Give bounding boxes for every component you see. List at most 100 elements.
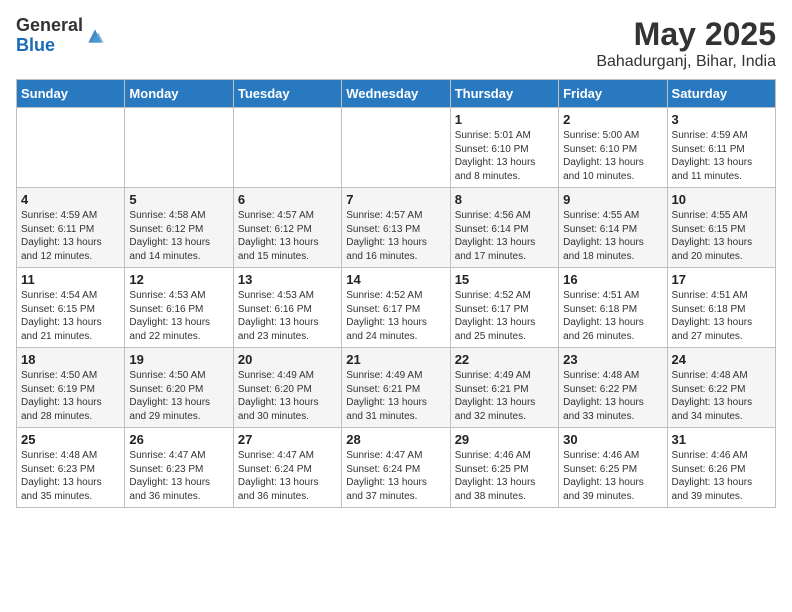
day-info: Sunrise: 4:46 AM Sunset: 6:25 PM Dayligh…	[455, 449, 554, 503]
calendar-cell: 7 Sunrise: 4:57 AM Sunset: 6:13 PM Daylig…	[342, 188, 450, 268]
calendar-cell: 16 Sunrise: 4:51 AM Sunset: 6:18 PM Dayli…	[559, 268, 667, 348]
weekday-header: Monday	[125, 80, 233, 108]
day-number: 30	[563, 432, 662, 447]
day-number: 3	[672, 112, 771, 127]
day-info: Sunrise: 4:53 AM Sunset: 6:16 PM Dayligh…	[238, 289, 337, 343]
calendar-cell: 11 Sunrise: 4:54 AM Sunset: 6:15 PM Dayli…	[17, 268, 125, 348]
calendar-cell: 19 Sunrise: 4:50 AM Sunset: 6:20 PM Dayli…	[125, 348, 233, 428]
day-number: 23	[563, 352, 662, 367]
day-number: 4	[21, 192, 120, 207]
calendar-cell: 5 Sunrise: 4:58 AM Sunset: 6:12 PM Daylig…	[125, 188, 233, 268]
weekday-header: Friday	[559, 80, 667, 108]
day-number: 15	[455, 272, 554, 287]
calendar-cell: 28 Sunrise: 4:47 AM Sunset: 6:24 PM Dayli…	[342, 428, 450, 508]
day-number: 21	[346, 352, 445, 367]
day-info: Sunrise: 4:51 AM Sunset: 6:18 PM Dayligh…	[563, 289, 662, 343]
day-info: Sunrise: 5:01 AM Sunset: 6:10 PM Dayligh…	[455, 129, 554, 183]
calendar-cell: 3Sunrise: 4:59 AM Sunset: 6:11 PM Daylig…	[667, 108, 775, 188]
calendar-cell: 26Sunrise: 4:47 AM Sunset: 6:23 PM Dayli…	[125, 428, 233, 508]
calendar-cell: 1 Sunrise: 5:01 AM Sunset: 6:10 PM Daylig…	[450, 108, 558, 188]
day-number: 16	[563, 272, 662, 287]
calendar-cell	[17, 108, 125, 188]
day-info: Sunrise: 4:59 AM Sunset: 6:11 PM Dayligh…	[21, 209, 120, 263]
day-info: Sunrise: 5:00 AM Sunset: 6:10 PM Dayligh…	[563, 129, 662, 183]
day-info: Sunrise: 4:50 AM Sunset: 6:20 PM Dayligh…	[129, 369, 228, 423]
day-info: Sunrise: 4:53 AM Sunset: 6:16 PM Dayligh…	[129, 289, 228, 343]
day-number: 11	[21, 272, 120, 287]
day-info: Sunrise: 4:48 AM Sunset: 6:22 PM Dayligh…	[672, 369, 771, 423]
calendar-cell: 18Sunrise: 4:50 AM Sunset: 6:19 PM Dayli…	[17, 348, 125, 428]
day-number: 17	[672, 272, 771, 287]
day-number: 8	[455, 192, 554, 207]
calendar-week-row: 25Sunrise: 4:48 AM Sunset: 6:23 PM Dayli…	[17, 428, 776, 508]
day-info: Sunrise: 4:46 AM Sunset: 6:25 PM Dayligh…	[563, 449, 662, 503]
day-number: 28	[346, 432, 445, 447]
day-number: 12	[129, 272, 228, 287]
calendar-cell: 8 Sunrise: 4:56 AM Sunset: 6:14 PM Daylig…	[450, 188, 558, 268]
day-info: Sunrise: 4:55 AM Sunset: 6:14 PM Dayligh…	[563, 209, 662, 263]
calendar-cell: 31 Sunrise: 4:46 AM Sunset: 6:26 PM Dayli…	[667, 428, 775, 508]
day-number: 29	[455, 432, 554, 447]
day-number: 13	[238, 272, 337, 287]
logo-general: General	[16, 16, 83, 36]
calendar-cell: 17Sunrise: 4:51 AM Sunset: 6:18 PM Dayli…	[667, 268, 775, 348]
weekday-header: Sunday	[17, 80, 125, 108]
calendar-week-row: 4 Sunrise: 4:59 AM Sunset: 6:11 PM Daylig…	[17, 188, 776, 268]
day-number: 18	[21, 352, 120, 367]
calendar-cell	[125, 108, 233, 188]
day-number: 14	[346, 272, 445, 287]
calendar-cell: 25Sunrise: 4:48 AM Sunset: 6:23 PM Dayli…	[17, 428, 125, 508]
logo-blue: Blue	[16, 36, 83, 56]
day-number: 26	[129, 432, 228, 447]
day-number: 25	[21, 432, 120, 447]
calendar-cell: 2 Sunrise: 5:00 AM Sunset: 6:10 PM Daylig…	[559, 108, 667, 188]
day-number: 7	[346, 192, 445, 207]
calendar-cell: 6Sunrise: 4:57 AM Sunset: 6:12 PM Daylig…	[233, 188, 341, 268]
month-title: May 2025	[596, 16, 776, 53]
day-number: 6	[238, 192, 337, 207]
calendar-cell: 29 Sunrise: 4:46 AM Sunset: 6:25 PM Dayli…	[450, 428, 558, 508]
day-number: 31	[672, 432, 771, 447]
day-number: 22	[455, 352, 554, 367]
calendar-table: SundayMondayTuesdayWednesdayThursdayFrid…	[16, 79, 776, 508]
day-info: Sunrise: 4:49 AM Sunset: 6:20 PM Dayligh…	[238, 369, 337, 423]
day-info: Sunrise: 4:55 AM Sunset: 6:15 PM Dayligh…	[672, 209, 771, 263]
day-info: Sunrise: 4:48 AM Sunset: 6:22 PM Dayligh…	[563, 369, 662, 423]
title-area: May 2025 Bahadurganj, Bihar, India	[596, 16, 776, 71]
calendar-cell: 24Sunrise: 4:48 AM Sunset: 6:22 PM Dayli…	[667, 348, 775, 428]
weekday-header-row: SundayMondayTuesdayWednesdayThursdayFrid…	[17, 80, 776, 108]
calendar-cell: 15 Sunrise: 4:52 AM Sunset: 6:17 PM Dayli…	[450, 268, 558, 348]
day-info: Sunrise: 4:49 AM Sunset: 6:21 PM Dayligh…	[455, 369, 554, 423]
calendar-cell: 13 Sunrise: 4:53 AM Sunset: 6:16 PM Dayli…	[233, 268, 341, 348]
weekday-header: Tuesday	[233, 80, 341, 108]
calendar-cell: 14 Sunrise: 4:52 AM Sunset: 6:17 PM Dayli…	[342, 268, 450, 348]
logo: General Blue	[16, 16, 105, 56]
weekday-header: Thursday	[450, 80, 558, 108]
calendar-week-row: 11 Sunrise: 4:54 AM Sunset: 6:15 PM Dayli…	[17, 268, 776, 348]
logo-icon	[85, 26, 105, 46]
calendar-cell: 30 Sunrise: 4:46 AM Sunset: 6:25 PM Dayli…	[559, 428, 667, 508]
day-number: 20	[238, 352, 337, 367]
weekday-header: Wednesday	[342, 80, 450, 108]
day-info: Sunrise: 4:52 AM Sunset: 6:17 PM Dayligh…	[346, 289, 445, 343]
day-info: Sunrise: 4:57 AM Sunset: 6:13 PM Dayligh…	[346, 209, 445, 263]
day-info: Sunrise: 4:47 AM Sunset: 6:24 PM Dayligh…	[346, 449, 445, 503]
day-number: 5	[129, 192, 228, 207]
calendar-week-row: 1 Sunrise: 5:01 AM Sunset: 6:10 PM Daylig…	[17, 108, 776, 188]
day-info: Sunrise: 4:46 AM Sunset: 6:26 PM Dayligh…	[672, 449, 771, 503]
calendar-cell: 10Sunrise: 4:55 AM Sunset: 6:15 PM Dayli…	[667, 188, 775, 268]
day-number: 1	[455, 112, 554, 127]
day-info: Sunrise: 4:56 AM Sunset: 6:14 PM Dayligh…	[455, 209, 554, 263]
day-number: 19	[129, 352, 228, 367]
day-info: Sunrise: 4:54 AM Sunset: 6:15 PM Dayligh…	[21, 289, 120, 343]
day-number: 9	[563, 192, 662, 207]
day-info: Sunrise: 4:49 AM Sunset: 6:21 PM Dayligh…	[346, 369, 445, 423]
calendar-cell: 4 Sunrise: 4:59 AM Sunset: 6:11 PM Daylig…	[17, 188, 125, 268]
calendar-cell: 9 Sunrise: 4:55 AM Sunset: 6:14 PM Daylig…	[559, 188, 667, 268]
calendar-cell: 22 Sunrise: 4:49 AM Sunset: 6:21 PM Dayli…	[450, 348, 558, 428]
day-info: Sunrise: 4:58 AM Sunset: 6:12 PM Dayligh…	[129, 209, 228, 263]
calendar-cell: 21 Sunrise: 4:49 AM Sunset: 6:21 PM Dayli…	[342, 348, 450, 428]
day-info: Sunrise: 4:52 AM Sunset: 6:17 PM Dayligh…	[455, 289, 554, 343]
calendar-cell: 20 Sunrise: 4:49 AM Sunset: 6:20 PM Dayli…	[233, 348, 341, 428]
day-number: 2	[563, 112, 662, 127]
